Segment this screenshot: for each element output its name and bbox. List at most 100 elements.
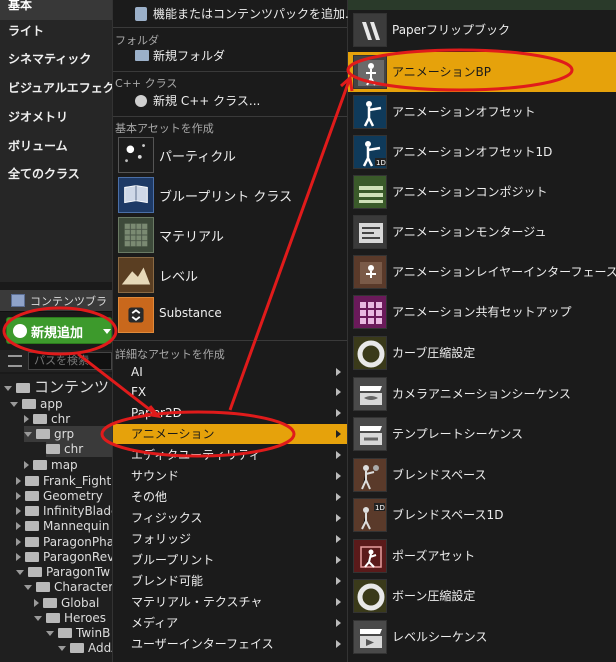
blueprint-icon — [118, 177, 154, 213]
submenu-blendables[interactable]: ブレンド可能 — [113, 571, 347, 591]
add-new-button[interactable]: 新規追加 — [6, 317, 112, 344]
asset-pose-asset[interactable]: ポーズアセット — [348, 536, 616, 576]
content-browser-title: コンテンツブラ — [30, 295, 107, 308]
tree-item[interactable]: Mannequin — [16, 518, 109, 534]
asset-animation-blueprint[interactable]: アニメーションBP — [348, 52, 616, 92]
new-cpp-class-item[interactable]: 新規 C++ クラス... — [113, 91, 347, 111]
asset-paper-flipbook[interactable]: Paperフリップブック — [348, 10, 616, 50]
chevron-right-icon — [336, 535, 341, 543]
submenu-physics[interactable]: フィジックス — [113, 508, 347, 528]
material-icon — [118, 217, 154, 253]
menu-item-label: ポーズアセット — [392, 549, 476, 563]
tree-item[interactable]: Geometry — [16, 488, 103, 504]
bone-compression-icon — [353, 579, 387, 613]
add-feature-pack-item[interactable]: 機能またはコンテンツパックを追加... — [113, 2, 356, 26]
submenu-ai[interactable]: AI — [113, 362, 347, 382]
cpp-icon — [135, 95, 147, 107]
animation-blueprint-icon — [353, 55, 387, 89]
menu-item-label: レベルシーケンス — [392, 630, 488, 644]
list-view-icon[interactable] — [8, 355, 22, 367]
level-sequence-icon — [353, 620, 387, 654]
tree-item[interactable]: ParagonTw — [16, 564, 110, 580]
submenu-media[interactable]: メディア — [113, 613, 347, 633]
tree-item[interactable]: app — [10, 396, 63, 412]
asset-animation-composite[interactable]: アニメーションコンポジット — [348, 172, 616, 212]
material-item[interactable]: マテリアル — [115, 216, 347, 254]
chevron-right-icon — [336, 430, 341, 438]
substance-item[interactable]: Substance — [115, 296, 347, 334]
menu-item-label: ブループリント クラス — [159, 190, 293, 205]
path-search-input[interactable]: パスを検索 — [28, 352, 112, 370]
tree-item-label: コンテンツ — [34, 378, 110, 396]
particle-item[interactable]: パーティクル — [115, 136, 347, 174]
chevron-right-icon — [336, 409, 341, 417]
chevron-right-icon — [336, 451, 341, 459]
tree-item[interactable]: Global — [34, 595, 99, 611]
tree-item[interactable]: InfinityBlade — [16, 503, 112, 519]
menu-item-label: 新規フォルダ — [153, 49, 226, 63]
menu-item-label: アニメーションレイヤーインターフェース — [392, 265, 616, 279]
submenu-misc[interactable]: その他 — [113, 487, 347, 507]
category-visual-effects[interactable]: ビジュアルエフェクト — [0, 74, 112, 103]
blueprint-class-item[interactable]: ブループリント クラス — [115, 176, 347, 214]
tree-item-label: InfinityBlade — [43, 504, 112, 518]
tree-item[interactable]: AddA — [58, 640, 112, 656]
asset-bone-compression-settings[interactable]: ボーン圧縮設定 — [348, 576, 616, 616]
tree-item[interactable]: Frank_Fight — [16, 473, 111, 489]
category-lights[interactable]: ライト — [0, 17, 112, 46]
menu-item-label: ブループリント — [131, 553, 215, 567]
asset-animation-layer-interface[interactable]: アニメーションレイヤーインターフェース — [348, 252, 616, 292]
menu-item-label: 新規 C++ クラス... — [153, 94, 261, 108]
new-folder-item[interactable]: 新規フォルダ — [113, 46, 347, 66]
asset-curve-compression-settings[interactable]: カーブ圧縮設定 — [348, 333, 616, 373]
tree-item[interactable]: TwinB — [46, 625, 110, 641]
menu-item-label: ブレンドスペース — [392, 468, 487, 482]
folder-icon — [135, 50, 149, 61]
asset-animation-sharing-setup[interactable]: アニメーション共有セットアップ — [348, 292, 616, 332]
tree-item[interactable]: chr — [24, 411, 70, 427]
category-cinematic[interactable]: シネマティック — [0, 45, 112, 74]
asset-blend-space-1d[interactable]: 1D ブレンドスペース1D — [348, 495, 616, 535]
tree-item-label: grp — [54, 427, 75, 441]
submenu-sound[interactable]: サウンド — [113, 466, 347, 486]
content-browser-tab[interactable]: コンテンツブラ — [0, 290, 112, 312]
menu-item-label: メディア — [131, 616, 179, 630]
asset-aim-offset-1d[interactable]: 1D アニメーションオフセット1D — [348, 132, 616, 172]
content-browser-icon — [11, 294, 25, 307]
submenu-foliage[interactable]: フォリッジ — [113, 529, 347, 549]
camera-animation-sequence-icon — [353, 377, 387, 411]
category-all-classes[interactable]: 全てのクラス — [0, 160, 112, 189]
tree-item-label: Geometry — [43, 489, 103, 503]
submenu-animation[interactable]: アニメーション — [113, 424, 347, 444]
asset-level-sequence[interactable]: レベルシーケンス — [348, 617, 616, 657]
asset-animation-montage[interactable]: アニメーションモンタージュ — [348, 212, 616, 252]
chevron-right-icon — [336, 619, 341, 627]
submenu-editor-utilities[interactable]: エディタユーティリティ — [113, 445, 347, 465]
chevron-down-icon — [103, 329, 111, 334]
level-item[interactable]: レベル — [115, 256, 347, 294]
tree-item[interactable]: Heroes — [34, 610, 106, 626]
package-icon — [135, 7, 147, 21]
tree-item[interactable]: ParagonRev — [16, 549, 112, 565]
tree-item-label: AddA — [88, 641, 112, 655]
category-volumes[interactable]: ボリューム — [0, 132, 112, 161]
tree-item[interactable]: grp — [24, 426, 112, 442]
tree-item[interactable]: コンテンツ — [4, 377, 109, 397]
asset-camera-animation-sequence[interactable]: カメラアニメーションシーケンス — [348, 374, 616, 414]
tree-item[interactable]: chr — [46, 441, 112, 457]
submenu-materials-textures[interactable]: マテリアル・テクスチャ — [113, 592, 347, 612]
tree-item[interactable]: Character — [24, 579, 112, 595]
tree-item[interactable]: ParagonPha — [16, 534, 112, 550]
submenu-paper2d[interactable]: Paper2D — [113, 403, 347, 423]
tree-item[interactable]: map — [24, 457, 78, 473]
submenu-blueprints[interactable]: ブループリント — [113, 550, 347, 570]
asset-aim-offset[interactable]: アニメーションオフセット — [348, 92, 616, 132]
menu-item-label: Paperフリップブック — [392, 23, 510, 37]
curve-compression-icon — [353, 336, 387, 370]
asset-blend-space[interactable]: ブレンドスペース — [348, 455, 616, 495]
pose-asset-icon — [353, 539, 387, 573]
category-geometry[interactable]: ジオメトリ — [0, 103, 112, 132]
submenu-fx[interactable]: FX — [113, 382, 347, 402]
asset-template-sequence[interactable]: テンプレートシーケンス — [348, 414, 616, 454]
submenu-user-interface[interactable]: ユーザーインターフェイス — [113, 634, 347, 654]
